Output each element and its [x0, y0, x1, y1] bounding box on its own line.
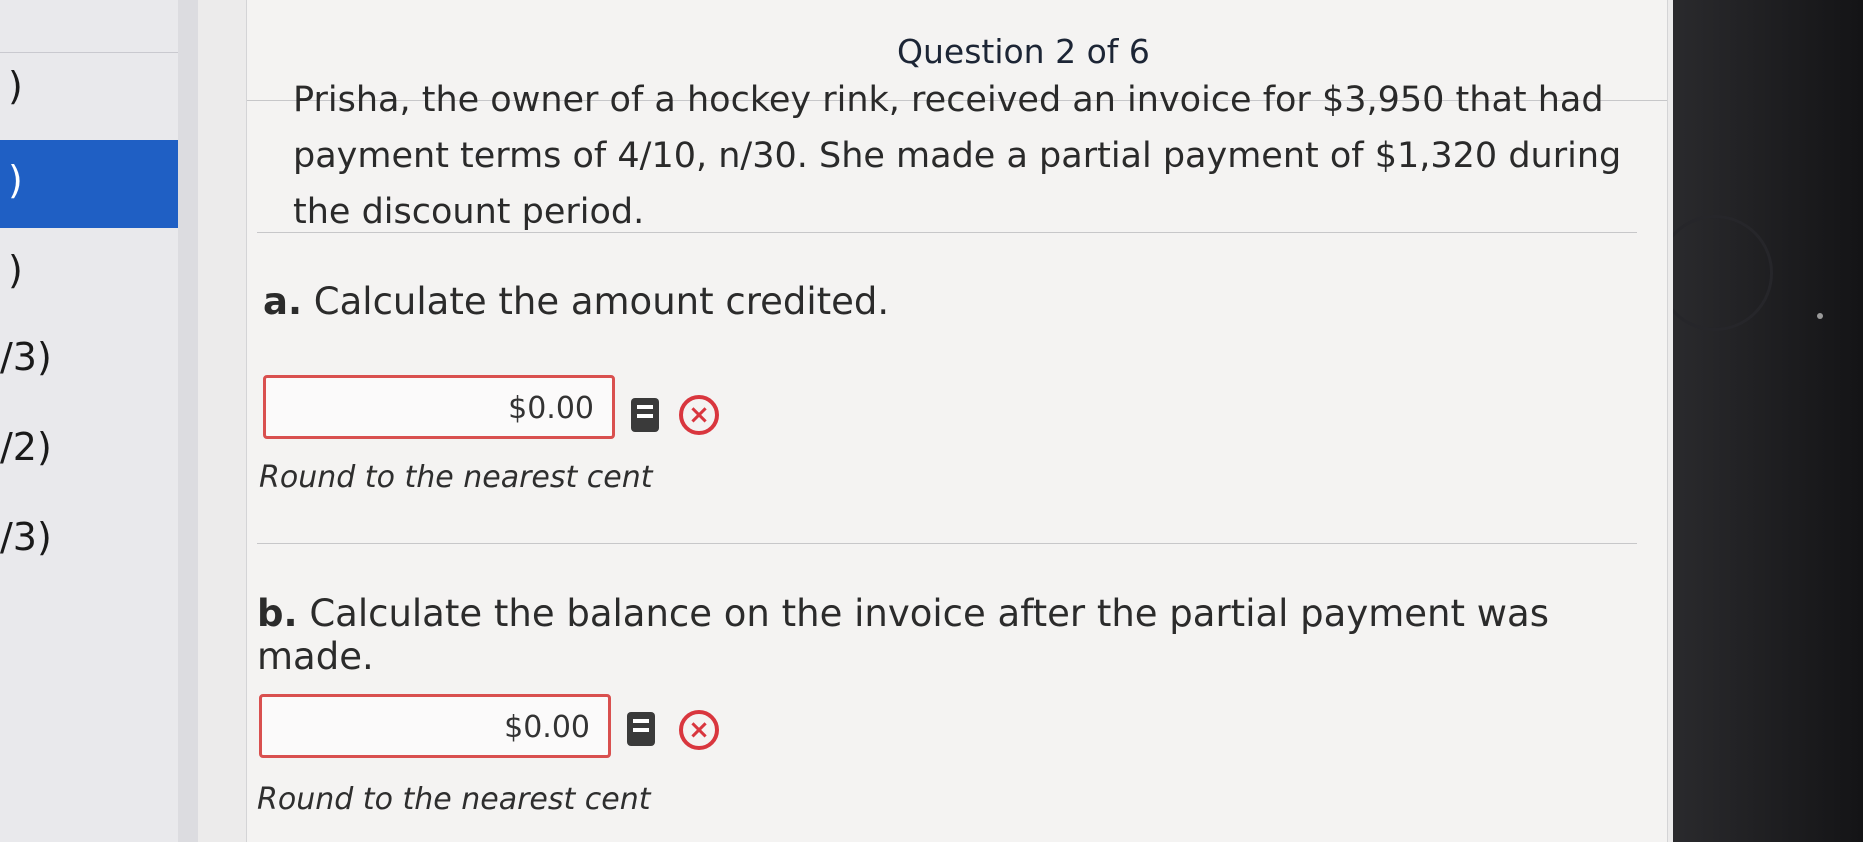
part-b-answer-input[interactable]: $0.00	[259, 694, 611, 758]
sidebar-item-4[interactable]: /3)	[0, 335, 198, 379]
calculator-icon[interactable]	[631, 398, 659, 432]
sidebar-scroll-gutter[interactable]	[178, 0, 198, 842]
main-content: Question 2 of 6 Prisha, the owner of a h…	[198, 0, 1673, 842]
sidebar-divider	[0, 52, 198, 53]
part-b-hint: Round to the nearest cent	[257, 782, 651, 817]
part-b-answer-value: $0.00	[504, 710, 590, 745]
device-bezel	[1657, 0, 1863, 842]
part-a-hint: Round to the nearest cent	[259, 460, 653, 495]
question-header: Question 2 of 6	[897, 32, 1150, 71]
problem-text: Prisha, the owner of a hockey rink, rece…	[293, 80, 1622, 232]
calculator-icon[interactable]	[627, 712, 655, 746]
section-divider	[257, 543, 1637, 544]
camera-dot	[1817, 313, 1823, 319]
part-a-answer-input[interactable]: $0.00	[263, 375, 615, 439]
part-b-prompt: b. Calculate the balance on the invoice …	[257, 592, 1667, 678]
sidebar-item-3[interactable]: )	[0, 248, 206, 292]
sidebar-item-5[interactable]: /2)	[0, 425, 198, 469]
part-a-answer-value: $0.00	[508, 391, 594, 426]
part-a-letter: a.	[263, 280, 303, 323]
question-card: Question 2 of 6 Prisha, the owner of a h…	[246, 0, 1668, 842]
sidebar-item-1[interactable]: )	[0, 64, 206, 108]
part-b-letter: b.	[257, 592, 298, 635]
part-b-text: Calculate the balance on the invoice aft…	[257, 592, 1549, 678]
section-divider	[257, 232, 1637, 233]
sidebar-item-2[interactable]: )	[0, 140, 206, 228]
part-a-text: Calculate the amount credited.	[313, 280, 890, 323]
question-sidebar: ) ) ) /3) /2) /3)	[0, 0, 206, 842]
camera-ring	[1657, 215, 1773, 331]
part-a-prompt: a. Calculate the amount credited.	[263, 280, 889, 323]
sidebar-item-6[interactable]: /3)	[0, 515, 198, 559]
error-x-icon: ×	[679, 395, 719, 435]
error-x-icon: ×	[679, 710, 719, 750]
